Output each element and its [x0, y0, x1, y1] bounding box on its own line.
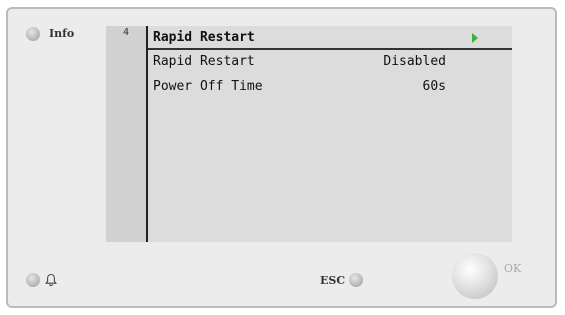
setting-label: Power Off Time: [153, 79, 263, 94]
info-button[interactable]: [26, 27, 40, 41]
menu-header[interactable]: Rapid Restart: [150, 28, 508, 48]
vertical-divider: [146, 26, 148, 242]
index-column: 4: [106, 26, 146, 242]
info-label: Info: [49, 27, 75, 40]
ok-knob[interactable]: [452, 253, 498, 299]
setting-label: Rapid Restart: [153, 54, 255, 69]
setting-value: Disabled: [383, 54, 446, 69]
arrow-right-icon: [472, 33, 478, 43]
lcd-screen: 4 Rapid Restart Rapid Restart Disabled P…: [106, 26, 512, 242]
ok-label: OK: [504, 262, 522, 275]
setting-row-rapid-restart[interactable]: Rapid Restart Disabled: [150, 52, 508, 72]
esc-button[interactable]: [349, 273, 363, 287]
bell-icon: [45, 273, 57, 287]
esc-label: ESC: [320, 274, 346, 287]
menu-index: 4: [122, 27, 130, 38]
setting-value: 60s: [422, 79, 446, 94]
setting-row-power-off-time[interactable]: Power Off Time 60s: [150, 77, 508, 97]
alarm-button[interactable]: [26, 273, 40, 287]
menu-title: Rapid Restart: [153, 30, 255, 45]
header-divider: [148, 48, 512, 50]
